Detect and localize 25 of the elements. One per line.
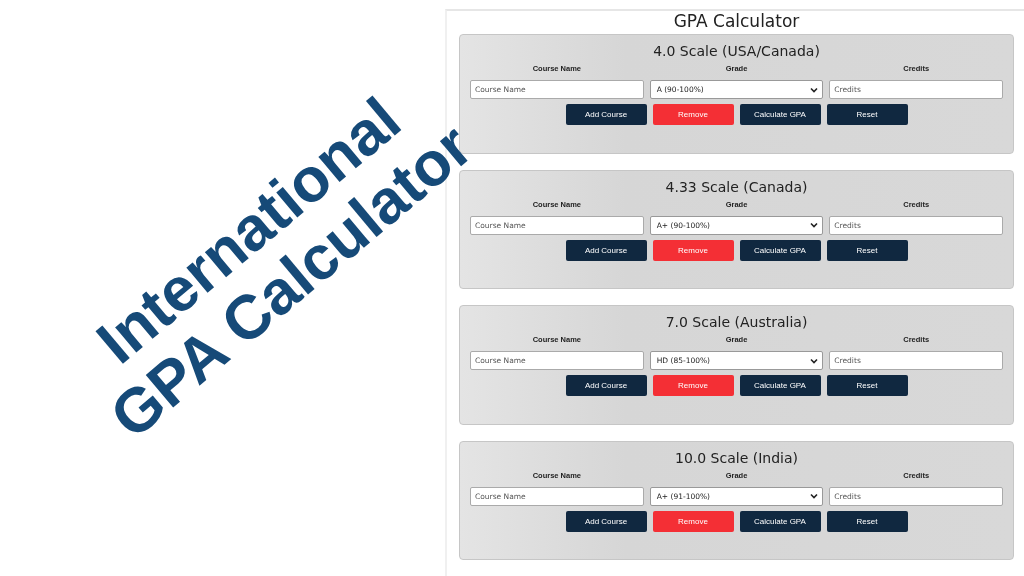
action-button[interactable]: Reset xyxy=(826,104,908,125)
action-button[interactable]: Add Course xyxy=(565,239,647,261)
remove-button[interactable]: Remove xyxy=(652,375,734,396)
action-button[interactable]: Reset xyxy=(826,239,908,261)
action-button[interactable]: Calculate GPA xyxy=(739,239,821,261)
chevron-icon xyxy=(810,493,819,499)
action-button[interactable]: Reset xyxy=(826,510,908,532)
card-title: 10.0 Scale (India) xyxy=(675,448,798,467)
action-button[interactable]: Calculate GPA xyxy=(739,375,821,396)
card-title: 4.33 Scale (Canada) xyxy=(665,177,808,196)
remove-button[interactable]: Remove xyxy=(652,104,734,125)
action-button[interactable]: Calculate GPA xyxy=(739,104,821,125)
chevron-icon xyxy=(810,357,819,364)
chevron-icon xyxy=(810,86,819,93)
remove-button[interactable]: Remove xyxy=(652,510,734,532)
card-title: 7.0 Scale (Australia) xyxy=(665,313,808,331)
remove-button[interactable]: Remove xyxy=(652,239,734,261)
action-button[interactable]: Add Course xyxy=(565,510,647,532)
page-title: GPA Calculator xyxy=(673,11,800,31)
card-title: 4.0 Scale (USA/Canada) xyxy=(653,42,820,60)
action-button[interactable]: Calculate GPA xyxy=(739,510,821,532)
action-button[interactable]: Add Course xyxy=(565,104,647,125)
action-button[interactable]: Reset xyxy=(826,375,908,396)
action-button[interactable]: Add Course xyxy=(565,375,647,396)
chevron-icon xyxy=(810,222,819,228)
